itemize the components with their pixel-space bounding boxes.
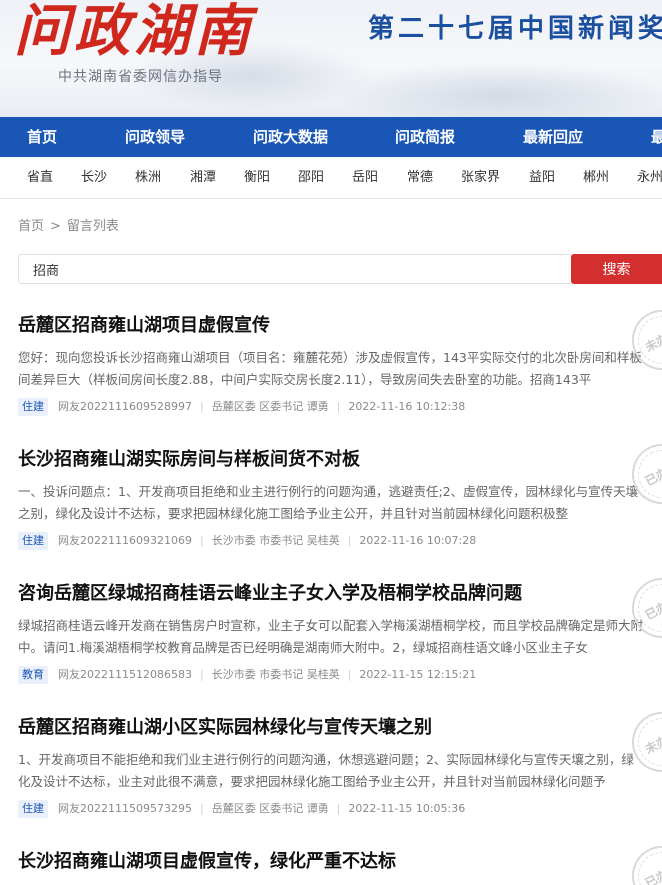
item-user: 网友2022111609321069 (58, 534, 192, 547)
item-dept: 岳麓区委 区委书记 谭勇 (211, 400, 329, 413)
region-item[interactable]: 湘潭 (190, 157, 216, 198)
search-input[interactable] (18, 254, 571, 284)
item-title[interactable]: 长沙招商雍山湖项目虚假宣传，绿化严重不达标 (18, 850, 662, 874)
item-title[interactable]: 岳麓区招商雍山湖项目虚假宣传 (18, 314, 662, 338)
category-tag[interactable]: 教育 (18, 666, 48, 684)
item-meta: 住建 网友2022111509573295 | 岳麓区委 区委书记 谭勇 | 2022-1… (18, 800, 662, 818)
item-time: 2022-11-16 10:12:38 (348, 400, 466, 413)
nav-latest-response[interactable]: 最新回应 (523, 117, 583, 157)
item-time: 2022-11-16 10:07:28 (359, 534, 477, 547)
list-item[interactable]: 长沙招商雍山湖实际房间与样板间货不对板 一、投诉问题点：1、开发商项目拒绝和业主… (18, 433, 662, 550)
nav-briefing[interactable]: 问政简报 (395, 117, 455, 157)
breadcrumb: 首页 > 留言列表 (18, 215, 119, 234)
item-summary: 绿城招商桂语云峰开发商在销售房户时宣称，业主子女可以配套入学梅溪湖梧桐学校，而且… (18, 618, 644, 655)
region-item[interactable]: 岳阳 (352, 157, 378, 198)
category-tag[interactable]: 住建 (18, 800, 48, 818)
list-item[interactable]: 岳麓区招商雍山湖小区实际园林绿化与宣传天壤之别 1、开发商项目不能拒绝和我们业主… (18, 701, 662, 818)
region-item[interactable]: 长沙 (81, 157, 107, 198)
region-nav: 省直 长沙 株洲 湘潭 衡阳 邵阳 岳阳 常德 张家界 益阳 郴州 永州 (0, 157, 662, 199)
region-item[interactable]: 株洲 (135, 157, 161, 198)
item-meta: 住建 网友2022111609321069 | 长沙市委 市委书记 吴桂英 | 2022-… (18, 532, 662, 550)
breadcrumb-separator: > (50, 219, 61, 234)
item-time: 2022-11-15 10:05:36 (348, 802, 466, 815)
item-meta: 住建 网友2022111609528997 | 岳麓区委 区委书记 谭勇 | 2022-1… (18, 398, 662, 416)
nav-leaders[interactable]: 问政领导 (125, 117, 185, 157)
region-item[interactable]: 邵阳 (298, 157, 324, 198)
region-item[interactable]: 郴州 (583, 157, 609, 198)
region-item[interactable]: 省直 (27, 157, 53, 198)
item-title[interactable]: 咨询岳麓区绿城招商桂语云峰业主子女入学及梧桐学校品牌问题 (18, 582, 662, 606)
nav-home[interactable]: 首页 (27, 117, 57, 157)
site-logo[interactable]: 问政湖南 (14, 0, 254, 67)
main-nav: 首页 问政领导 问政大数据 问政简报 最新回应 最 (0, 117, 662, 157)
item-dept: 长沙市委 市委书记 吴桂英 (211, 534, 340, 547)
award-slogan: 第二十七届中国新闻奖 (368, 14, 662, 44)
region-item[interactable]: 益阳 (529, 157, 555, 198)
item-user: 网友2022111609528997 (58, 400, 192, 413)
nav-more[interactable]: 最 (651, 117, 662, 157)
list-item[interactable]: 咨询岳麓区绿城招商桂语云峰业主子女入学及梧桐学校品牌问题 绿城招商桂语云峰开发商… (18, 567, 662, 684)
region-item[interactable]: 衡阳 (244, 157, 270, 198)
breadcrumb-home[interactable]: 首页 (18, 219, 44, 234)
item-dept: 长沙市委 市委书记 吴桂英 (211, 668, 340, 681)
region-item[interactable]: 永州 (637, 157, 662, 198)
region-item[interactable]: 常德 (407, 157, 433, 198)
list-item[interactable]: 长沙招商雍山湖项目虚假宣传，绿化严重不达标 已办理 (18, 835, 662, 885)
region-item[interactable]: 张家界 (461, 157, 500, 198)
category-tag[interactable]: 住建 (18, 532, 48, 550)
item-summary: 1、开发商项目不能拒绝和我们业主进行例行的问题沟通，休想逃避问题；2、实际园林绿… (18, 752, 634, 789)
item-user: 网友2022111512086583 (58, 668, 192, 681)
search-button[interactable]: 搜索 (571, 254, 662, 284)
header-banner: 问政湖南 中共湖南省委网信办指导 第二十七届中国新闻奖 (0, 0, 662, 117)
item-dept: 岳麓区委 区委书记 谭勇 (211, 802, 329, 815)
item-user: 网友2022111509573295 (58, 802, 192, 815)
breadcrumb-current: 留言列表 (66, 219, 119, 234)
nav-big-data[interactable]: 问政大数据 (253, 117, 328, 157)
banner-mist (330, 60, 662, 117)
site-subtitle: 中共湖南省委网信办指导 (58, 69, 223, 85)
item-title[interactable]: 长沙招商雍山湖实际房间与样板间货不对板 (18, 448, 662, 472)
item-time: 2022-11-15 12:15:21 (359, 668, 477, 681)
item-meta: 教育 网友2022111512086583 | 长沙市委 市委书记 吴桂英 | 2022-… (18, 666, 662, 684)
list-item[interactable]: 岳麓区招商雍山湖项目虚假宣传 您好：现向您投诉长沙招商雍山湖项目（项目名：雍麓花… (18, 299, 662, 416)
category-tag[interactable]: 住建 (18, 398, 48, 416)
item-summary: 您好：现向您投诉长沙招商雍山湖项目（项目名：雍麓花苑）涉及虚假宣传，143平实际… (18, 350, 642, 387)
item-title[interactable]: 岳麓区招商雍山湖小区实际园林绿化与宣传天壤之别 (18, 716, 662, 740)
item-summary: 一、投诉问题点：1、开发商项目拒绝和业主进行例行的问题沟通，逃避责任;2、虚假宣… (18, 484, 639, 521)
